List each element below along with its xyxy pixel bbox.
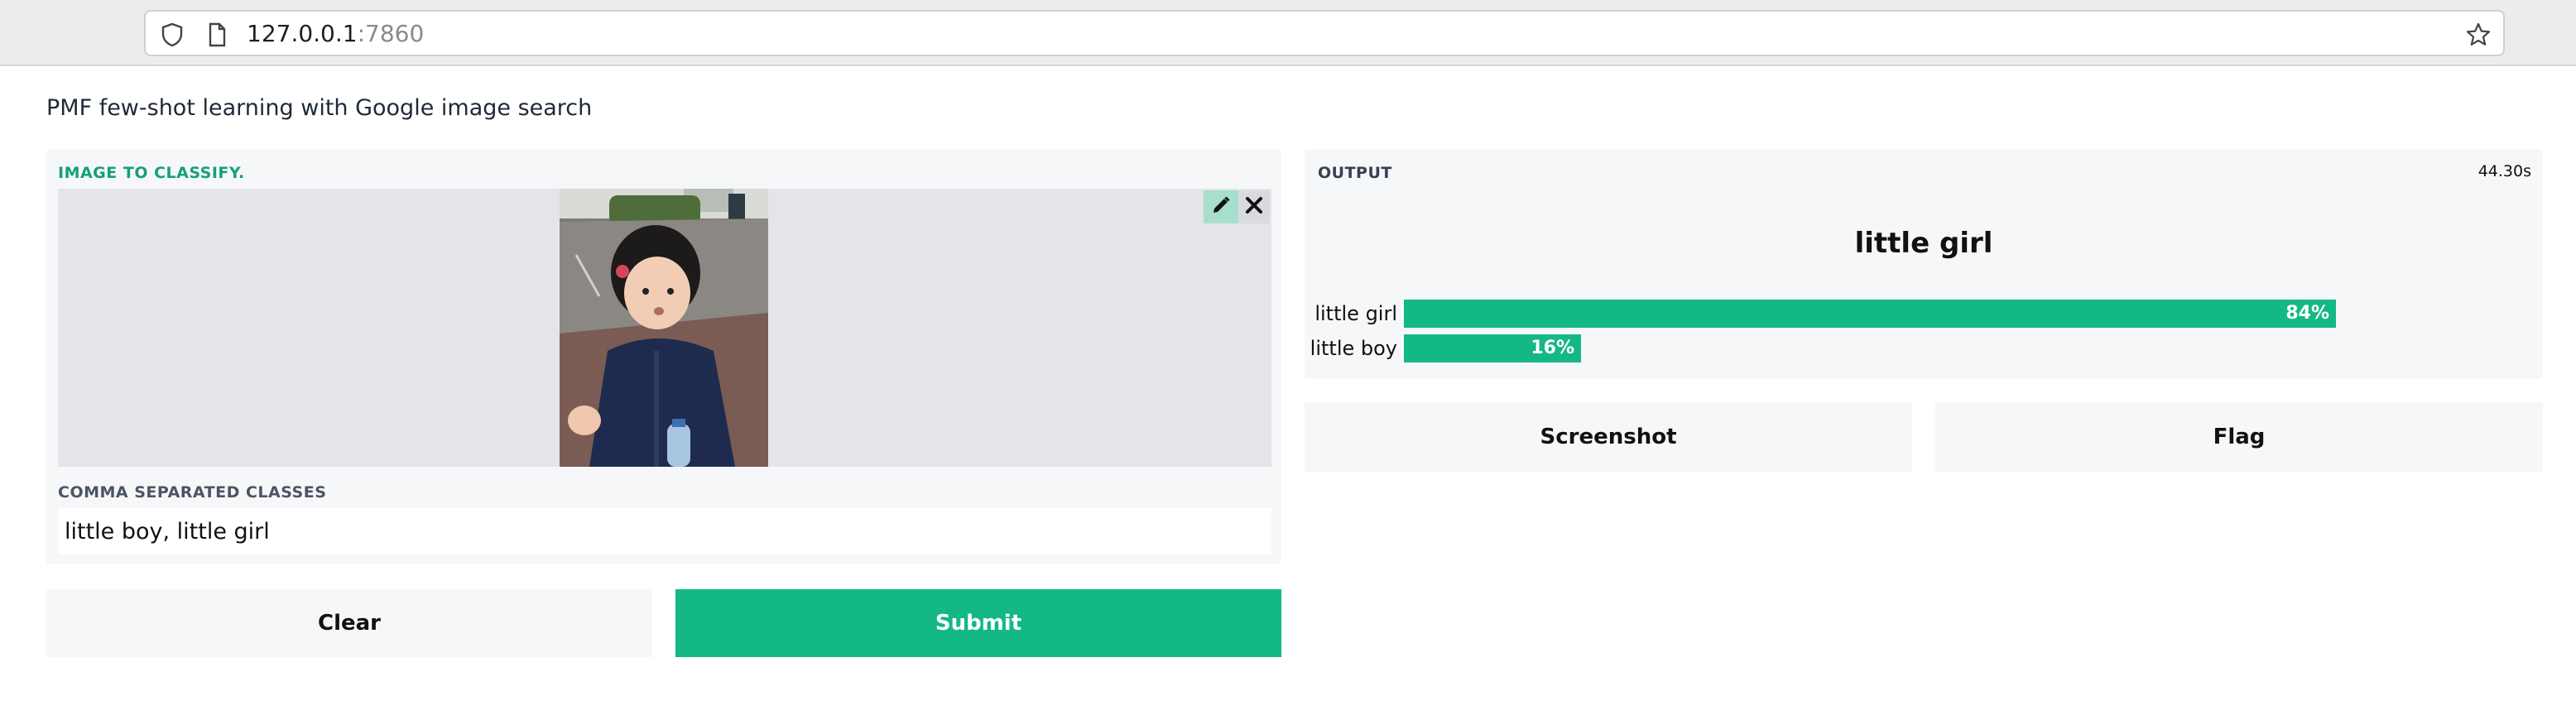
screenshot-button[interactable]: Screenshot bbox=[1305, 402, 1912, 472]
clear-button[interactable]: Clear bbox=[46, 589, 652, 657]
pencil-icon bbox=[1210, 194, 1232, 219]
clear-image-button[interactable] bbox=[1238, 190, 1270, 223]
input-panel: IMAGE TO CLASSIFY. COMMA SEPARATED CLASS… bbox=[46, 149, 1281, 564]
classes-label: COMMA SEPARATED CLASSES bbox=[58, 483, 327, 502]
elapsed-time: 44.30s bbox=[2477, 162, 2531, 180]
edit-image-button[interactable] bbox=[1204, 190, 1238, 223]
url-text[interactable]: 127.0.0.1:7860 bbox=[247, 20, 424, 48]
address-bar[interactable]: 127.0.0.1:7860 bbox=[144, 10, 2505, 56]
confidence-percent: 84% bbox=[2285, 303, 2329, 324]
confidence-percent: 16% bbox=[1531, 338, 1574, 358]
page-title: PMF few-shot learning with Google image … bbox=[46, 95, 593, 121]
confidence-class-name: little girl bbox=[1314, 302, 1397, 325]
confidence-track: 84% bbox=[1404, 300, 2513, 328]
star-icon[interactable] bbox=[2465, 22, 2492, 48]
confidence-track: 16% bbox=[1404, 334, 2513, 362]
confidence-class-name: little boy bbox=[1310, 337, 1397, 360]
confidence-row: little boy 16% bbox=[1305, 334, 2543, 362]
confidence-row: little girl 84% bbox=[1305, 300, 2543, 328]
confidence-bar: 84% bbox=[1404, 300, 2336, 328]
shield-icon[interactable] bbox=[159, 22, 185, 48]
output-panel: OUTPUT 44.30s little girl little girl 84… bbox=[1305, 149, 2543, 379]
close-icon bbox=[1243, 194, 1265, 219]
predicted-label: little girl bbox=[1854, 227, 1993, 260]
flag-button[interactable]: Flag bbox=[1935, 402, 2543, 472]
uploaded-image bbox=[560, 189, 768, 467]
image-upload-area[interactable] bbox=[58, 189, 1271, 467]
url-host: 127.0.0.1 bbox=[247, 20, 358, 47]
classes-input[interactable] bbox=[58, 508, 1271, 554]
browser-chrome: 127.0.0.1:7860 bbox=[0, 0, 2576, 66]
confidence-bar: 16% bbox=[1404, 334, 1581, 362]
url-port: :7860 bbox=[357, 20, 425, 47]
page-icon bbox=[204, 22, 230, 48]
image-input-label: IMAGE TO CLASSIFY. bbox=[58, 164, 245, 182]
submit-button[interactable]: Submit bbox=[675, 589, 1281, 657]
output-label: OUTPUT bbox=[1318, 164, 1392, 182]
